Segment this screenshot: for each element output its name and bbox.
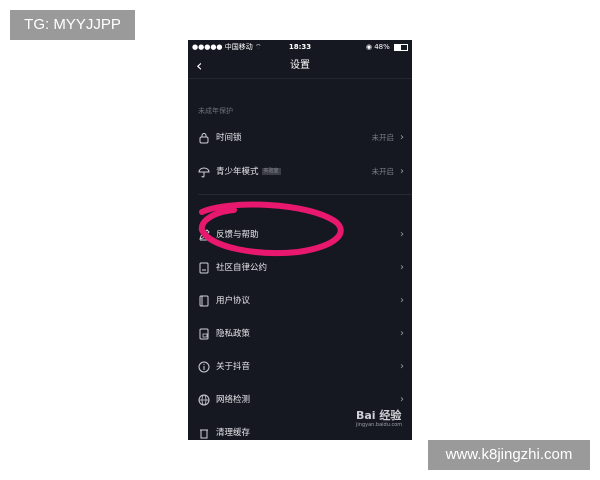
info-icon bbox=[198, 361, 210, 373]
chevron-right-icon: › bbox=[400, 166, 404, 177]
settings-item-label: 隐私政策 bbox=[216, 329, 251, 339]
settings-item-about-douyin[interactable]: 关于抖音 › bbox=[188, 357, 412, 379]
chevron-right-icon: › bbox=[400, 262, 404, 273]
book-icon bbox=[199, 295, 209, 307]
settings-item-label: 网络检测 bbox=[216, 395, 251, 405]
lock-icon bbox=[199, 133, 209, 144]
baidu-url: jingyan.baidu.com bbox=[356, 422, 403, 428]
settings-item-feedback-help[interactable]: 反馈与帮助 › bbox=[188, 225, 412, 247]
watermark-top-left: TG: MYYJJPP bbox=[10, 10, 135, 40]
trash-icon bbox=[200, 429, 208, 439]
battery-percent: 48% bbox=[374, 43, 390, 51]
battery-icon bbox=[394, 43, 408, 51]
settings-item-label: 社区自律公约 bbox=[216, 263, 268, 273]
settings-item-time-lock[interactable]: 时间锁 未开启 › bbox=[188, 128, 412, 150]
edit-icon bbox=[199, 229, 210, 241]
watermark-bottom-right: www.k8jingzhi.com bbox=[428, 440, 590, 470]
chevron-right-icon: › bbox=[400, 394, 404, 405]
section-divider bbox=[198, 194, 412, 195]
privacy-doc-icon bbox=[199, 328, 209, 340]
settings-item-community-guidelines[interactable]: 社区自律公约 › bbox=[188, 258, 412, 280]
settings-item-user-agreement[interactable]: 用户协议 › bbox=[188, 291, 412, 313]
status-battery: ◉ 48% bbox=[366, 40, 408, 54]
umbrella-icon bbox=[198, 167, 210, 178]
chevron-right-icon: › bbox=[400, 328, 404, 339]
nav-bar: ‹ 设置 bbox=[188, 54, 412, 79]
baidu-jingyan-watermark: Bai 经验 jingyan.baidu.com bbox=[356, 409, 410, 429]
settings-item-label: 反馈与帮助 bbox=[216, 230, 259, 240]
settings-item-teen-mode[interactable]: 青少年模式 实验室 未开启 › bbox=[188, 162, 412, 184]
alarm-icon: ◉ bbox=[365, 43, 372, 51]
settings-item-label: 时间锁 bbox=[216, 133, 242, 143]
settings-item-label: 用户协议 bbox=[216, 296, 251, 306]
chevron-right-icon: › bbox=[400, 229, 404, 240]
globe-icon bbox=[198, 394, 210, 406]
chevron-right-icon: › bbox=[400, 361, 404, 372]
settings-item-value: 未开启 bbox=[371, 167, 395, 176]
settings-item-value: 未开启 bbox=[371, 133, 395, 142]
lab-badge: 实验室 bbox=[261, 168, 281, 175]
chevron-right-icon: › bbox=[400, 295, 404, 306]
section-label-minor-protection: 未成年保护 bbox=[198, 107, 233, 115]
settings-item-label: 清理缓存 bbox=[216, 428, 251, 438]
settings-item-privacy-policy[interactable]: 隐私政策 › bbox=[188, 324, 412, 346]
baidu-logo: Bai 经验 bbox=[356, 409, 402, 422]
phone-screen: ●●●●● 中国移动 ⌔ 18:33 ◉ 48% ‹ 设置 未成年保护 时间锁 … bbox=[188, 40, 412, 440]
chevron-right-icon: › bbox=[400, 132, 404, 143]
settings-item-label: 关于抖音 bbox=[216, 362, 251, 372]
settings-item-label: 青少年模式 实验室 bbox=[216, 167, 281, 177]
page-title: 设置 bbox=[290, 60, 310, 71]
status-bar: ●●●●● 中国移动 ⌔ 18:33 ◉ 48% bbox=[188, 40, 412, 54]
document-icon bbox=[199, 262, 209, 274]
